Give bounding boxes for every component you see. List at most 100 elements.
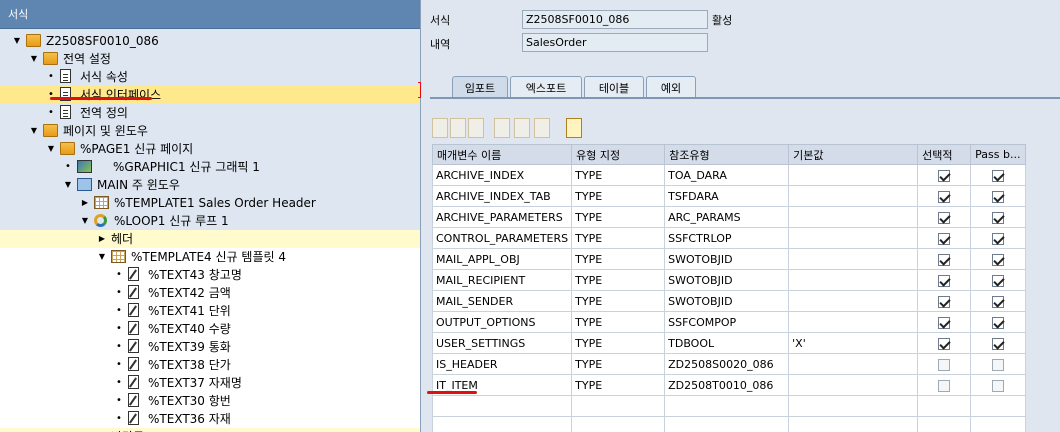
column-header-pass-by-value[interactable]: Pass b... [970,144,1027,165]
leaf-bullet-icon[interactable]: • [46,68,56,86]
expand-arrow-icon[interactable]: ▼ [80,212,90,230]
ref-type-cell[interactable]: SWOTOBJID [664,269,790,291]
default-value-cell[interactable] [788,164,919,186]
table-row[interactable]: IS_HEADER TYPE ZD2508S0020_086 [431,353,1027,375]
leaf-bullet-icon[interactable]: • [114,266,124,284]
table-row[interactable]: USER_SETTINGS TYPE TDBOOL 'X' [431,332,1027,354]
typing-cell[interactable]: TYPE [571,374,666,396]
param-name-cell[interactable]: MAIL_SENDER [431,290,573,312]
leaf-bullet-icon[interactable]: • [63,158,73,176]
leaf-bullet-icon[interactable]: • [114,374,124,392]
tab-export[interactable]: 엑스포트 [510,76,582,97]
optional-checkbox[interactable] [938,190,951,203]
expand-arrow-icon[interactable]: ▼ [46,140,56,158]
tree-node[interactable]: • 서식 속성 [0,68,420,86]
tab-tables[interactable]: 테이블 [584,76,644,97]
pass-by-value-checkbox[interactable] [992,190,1005,203]
param-name-cell[interactable]: USER_SETTINGS [431,332,573,354]
leaf-bullet-icon[interactable]: • [46,104,56,122]
form-name-field[interactable]: Z2508SF0010_086 [522,10,708,29]
cut-icon[interactable] [432,118,448,138]
tree-node[interactable]: ▼ 페이지 및 윈도우 [0,122,420,140]
leaf-bullet-icon[interactable]: • [114,302,124,320]
check-icon[interactable] [566,118,582,138]
table-row[interactable]: ARCHIVE_INDEX TYPE TOA_DARA [431,164,1027,186]
copy-icon[interactable] [450,118,466,138]
typing-cell[interactable]: TYPE [571,206,666,228]
default-value-cell[interactable] [788,416,919,432]
table-row[interactable]: OUTPUT_OPTIONS TYPE SSFCOMPOP [431,311,1027,333]
table-row[interactable] [431,416,1027,432]
description-field[interactable]: SalesOrder [522,33,708,52]
ref-type-cell[interactable] [664,416,790,432]
tree-node[interactable]: ▼ %PAGE1 신규 페이지 [0,140,420,158]
typing-cell[interactable]: TYPE [571,353,666,375]
insert-row-icon[interactable] [494,118,510,138]
optional-checkbox[interactable] [938,379,951,392]
leaf-bullet-icon[interactable]: • [114,410,124,428]
expand-arrow-icon[interactable]: ▼ [12,32,22,50]
default-value-cell[interactable] [788,395,919,417]
expand-arrow-icon[interactable]: ▼ [29,122,39,140]
typing-cell[interactable] [571,416,666,432]
typing-cell[interactable]: TYPE [571,185,666,207]
optional-checkbox[interactable] [938,211,951,224]
tree-node[interactable]: • %TEXT38 단가 [0,356,420,374]
typing-cell[interactable]: TYPE [571,311,666,333]
pass-by-value-checkbox[interactable] [992,379,1005,392]
tree-node[interactable]: • 서식 인터페이스 [0,86,420,104]
tree-node[interactable]: • %TEXT36 자재 [0,410,420,428]
param-name-cell[interactable]: CONTROL_PARAMETERS [431,227,573,249]
optional-checkbox[interactable] [938,169,951,182]
tree-node[interactable]: • %GRAPHIC1 신규 그래픽 1 [0,158,420,176]
pass-by-value-checkbox[interactable] [992,253,1005,266]
default-value-cell[interactable] [788,269,919,291]
default-value-cell[interactable] [788,185,919,207]
tree-node[interactable]: ▼ Z2508SF0010_086 [0,32,420,50]
typing-cell[interactable]: TYPE [571,290,666,312]
tree-node[interactable]: ▼ MAIN 주 윈도우 [0,176,420,194]
default-value-cell[interactable] [788,227,919,249]
table-row[interactable]: ARCHIVE_PARAMETERS TYPE ARC_PARAMS [431,206,1027,228]
leaf-bullet-icon[interactable]: • [114,338,124,356]
tree-node[interactable]: • %TEXT30 항번 [0,392,420,410]
table-row[interactable]: IT_ITEM TYPE ZD2508T0010_086 [431,374,1027,396]
typing-cell[interactable]: TYPE [571,269,666,291]
table-row[interactable]: MAIL_SENDER TYPE SWOTOBJID [431,290,1027,312]
typing-cell[interactable]: TYPE [571,332,666,354]
typing-cell[interactable]: TYPE [571,227,666,249]
default-value-cell[interactable] [788,248,919,270]
ref-type-cell[interactable]: ARC_PARAMS [664,206,790,228]
optional-checkbox[interactable] [938,316,951,329]
ref-type-cell[interactable]: SWOTOBJID [664,290,790,312]
expand-arrow-icon[interactable]: ▼ [63,176,73,194]
table-row[interactable]: ARCHIVE_INDEX_TAB TYPE TSFDARA [431,185,1027,207]
optional-checkbox[interactable] [938,295,951,308]
tree-node[interactable]: • %TEXT41 단위 [0,302,420,320]
default-value-cell[interactable]: 'X' [788,332,919,354]
tree-node[interactable]: ▶ 헤더 [0,230,420,248]
optional-checkbox[interactable] [938,274,951,287]
ref-type-cell[interactable]: TOA_DARA [664,164,790,186]
collapse-arrow-icon[interactable]: ▶ [97,428,107,432]
default-value-cell[interactable] [788,353,919,375]
param-name-cell[interactable]: ARCHIVE_INDEX [431,164,573,186]
tree-node[interactable]: ▶ 바닥글 [0,428,420,432]
optional-checkbox[interactable] [938,358,951,371]
param-name-cell[interactable]: IS_HEADER [431,353,573,375]
typing-cell[interactable]: TYPE [571,248,666,270]
tree-node[interactable]: ▶ %TEMPLATE1 Sales Order Header [0,194,420,212]
pass-by-value-checkbox[interactable] [992,274,1005,287]
leaf-bullet-icon[interactable]: • [114,284,124,302]
tree-node[interactable]: ▼ %TEMPLATE4 신규 템플릿 4 [0,248,420,266]
default-value-cell[interactable] [788,290,919,312]
param-name-cell[interactable]: ARCHIVE_INDEX_TAB [431,185,573,207]
table-row[interactable]: CONTROL_PARAMETERS TYPE SSFCTRLOP [431,227,1027,249]
pass-by-value-checkbox[interactable] [992,358,1005,371]
pass-by-value-checkbox[interactable] [992,316,1005,329]
ref-type-cell[interactable] [664,395,790,417]
tab-exceptions[interactable]: 예외 [646,76,696,97]
ref-type-cell[interactable]: ZD2508T0010_086 [664,374,790,396]
tree-node[interactable]: • %TEXT42 금액 [0,284,420,302]
default-value-cell[interactable] [788,374,919,396]
